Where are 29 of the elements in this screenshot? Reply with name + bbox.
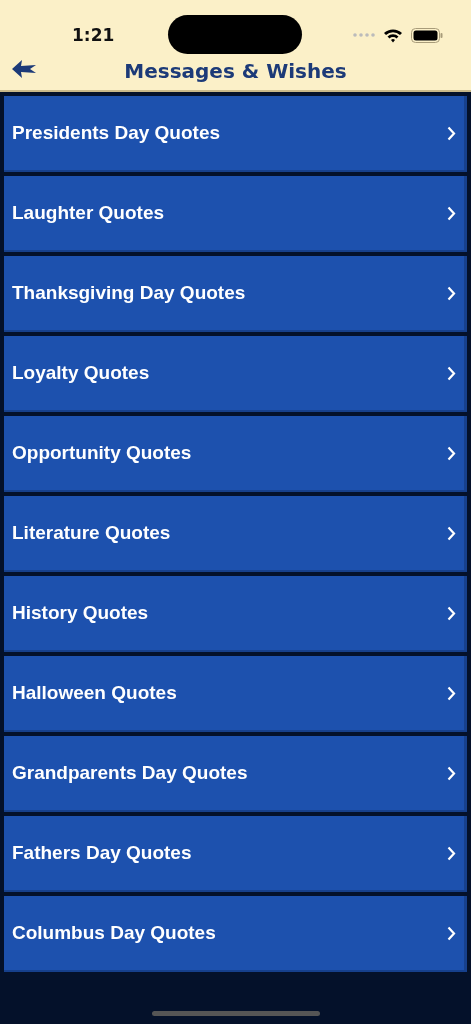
chevron-icon: [447, 365, 456, 381]
wifi-icon: [383, 27, 403, 43]
chevron-icon: [447, 685, 456, 701]
back-button[interactable]: [12, 60, 36, 78]
battery-icon: [411, 27, 443, 43]
chevron-icon: [447, 765, 456, 781]
list-item[interactable]: History Quotes: [4, 576, 467, 652]
chevron-icon: [447, 285, 456, 301]
chevron-icon: [447, 125, 456, 141]
status-time: 1:21: [72, 24, 116, 45]
list-item[interactable]: Grandparents Day Quotes: [4, 736, 467, 812]
chevron-icon: [447, 445, 456, 461]
list-item[interactable]: Thanksgiving Day Quotes: [4, 256, 467, 332]
list-item[interactable]: Loyalty Quotes: [4, 336, 467, 412]
chevron-icon: [447, 605, 456, 621]
chevron-icon: [447, 525, 456, 541]
list-item[interactable]: Laughter Quotes: [4, 176, 467, 252]
list-item[interactable]: Opportunity Quotes: [4, 416, 467, 492]
chevron-icon: [447, 205, 456, 221]
list-item[interactable]: Fathers Day Quotes: [4, 816, 467, 892]
list-item[interactable]: Presidents Day Quotes: [4, 96, 467, 172]
chevron-icon: [447, 925, 456, 941]
back-arrow-icon: [12, 60, 36, 78]
chevron-icon: [447, 845, 456, 861]
signal-icon: [353, 33, 375, 37]
list-item[interactable]: Literature Quotes: [4, 496, 467, 572]
nav-title: Messages & Wishes: [124, 59, 347, 83]
list-item[interactable]: Columbus Day Quotes: [4, 896, 467, 972]
list-item[interactable]: Halloween Quotes: [4, 656, 467, 732]
